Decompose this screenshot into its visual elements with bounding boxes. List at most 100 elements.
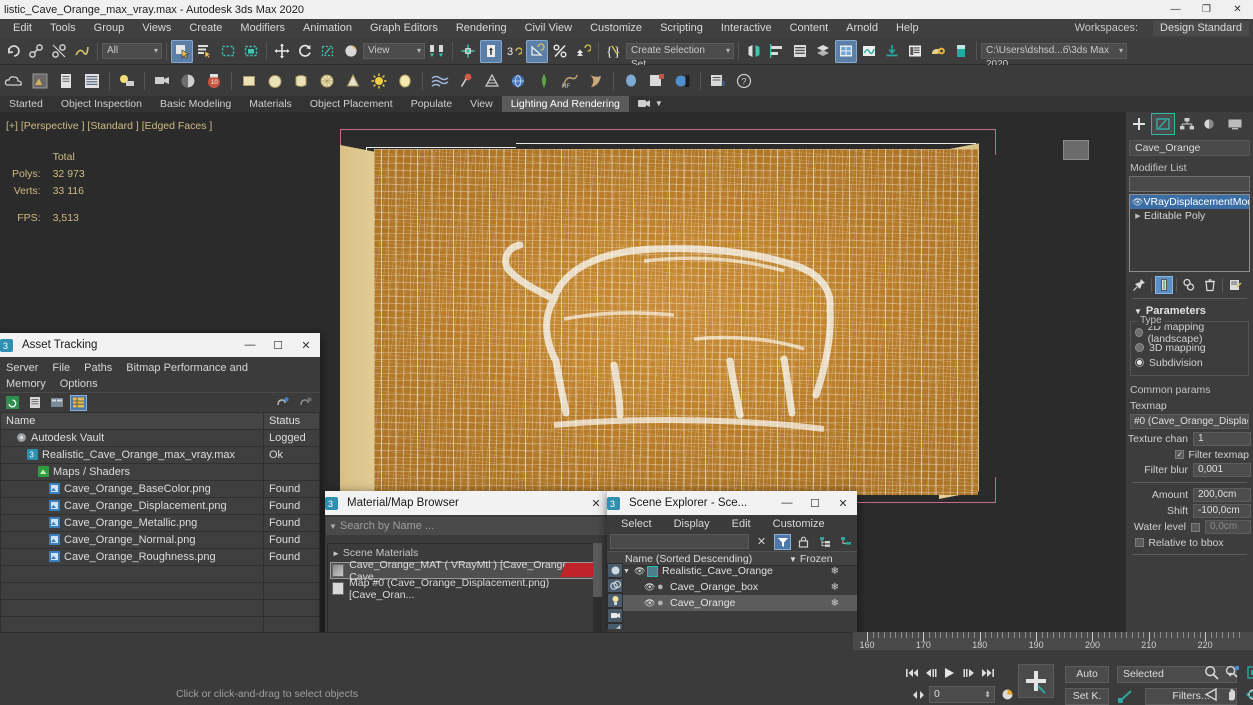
show-end-result-icon[interactable]: [1155, 275, 1173, 294]
frozen-snowflake-icon[interactable]: ❄: [831, 566, 839, 577]
field-of-view-icon[interactable]: [1203, 686, 1220, 703]
select-and-scale-icon[interactable]: [317, 40, 339, 63]
ribbon-tab-populate[interactable]: Populate: [402, 96, 461, 112]
menu-item-create[interactable]: Create: [180, 19, 231, 38]
previous-frame-icon[interactable]: [922, 664, 939, 681]
selected-object-name[interactable]: Cave_Orange: [1129, 140, 1250, 156]
select-and-move-icon[interactable]: [271, 40, 293, 63]
asset-menu-bitmap-performance-and-memory[interactable]: Bitmap Performance and Memory: [6, 362, 248, 390]
menu-item-civil-view[interactable]: Civil View: [516, 19, 581, 38]
water-level-field[interactable]: 0,0cm: [1205, 520, 1251, 534]
scene-explorer-minimize[interactable]: —: [773, 491, 801, 515]
undo-icon[interactable]: [2, 40, 24, 63]
workspace-selector[interactable]: Design Standard: [1153, 21, 1249, 36]
type-option-2d[interactable]: 2D mapping (landscape): [1135, 321, 1244, 345]
visibility-eye-icon[interactable]: 👁: [634, 566, 647, 577]
reference-coordinate-combo[interactable]: View: [363, 43, 425, 59]
scene-explorer-row[interactable]: 👁 ● Cave_Orange ❄: [623, 595, 857, 611]
curve-editor-icon[interactable]: [858, 40, 880, 63]
frozen-snowflake-icon[interactable]: ❄: [831, 582, 839, 593]
sun-light-icon[interactable]: [367, 68, 391, 94]
scene-menu-select[interactable]: Select: [621, 518, 652, 530]
filter-texmap-row[interactable]: ✓ Filter texmap: [1126, 447, 1253, 462]
viewport-label[interactable]: [+] [Perspective ] [Standard ] [Edged Fa…: [6, 120, 212, 132]
rectangular-select-icon[interactable]: [217, 40, 239, 63]
ribbon-tab-lighting-and-rendering[interactable]: Lighting And Rendering: [501, 96, 629, 112]
asset-tracking-maximize[interactable]: ☐: [264, 333, 292, 357]
menu-item-group[interactable]: Group: [85, 19, 134, 38]
percent-snap-3-icon[interactable]: 3: [503, 40, 525, 63]
selection-filter-combo[interactable]: All: [102, 43, 162, 59]
ribbon-overflow-icon[interactable]: ▼: [629, 96, 672, 112]
menu-item-rendering[interactable]: Rendering: [447, 19, 516, 38]
bind-space-warp-icon[interactable]: [71, 40, 93, 63]
asset-tracking-minimize[interactable]: —: [236, 333, 264, 357]
menu-item-help[interactable]: Help: [887, 19, 928, 38]
help-asset2-icon[interactable]: [297, 395, 314, 411]
cloud-icon[interactable]: [2, 68, 26, 94]
align-icon[interactable]: [766, 40, 788, 63]
asset-row[interactable]: Maps / Shaders: [0, 463, 320, 481]
select-link-icon[interactable]: [25, 40, 47, 63]
modify-tab[interactable]: [1151, 113, 1175, 135]
edit-named-selection-icon[interactable]: {}: [603, 40, 625, 63]
render-production-icon[interactable]: [927, 40, 949, 63]
select-and-rotate-icon[interactable]: [294, 40, 316, 63]
amount-field[interactable]: 200,0cm: [1193, 488, 1251, 502]
scene-menu-display[interactable]: Display: [674, 518, 710, 530]
layer-explorer-icon[interactable]: [812, 40, 834, 63]
menu-item-modifiers[interactable]: Modifiers: [231, 19, 294, 38]
shading-sphere-icon[interactable]: [176, 68, 200, 94]
menu-item-content[interactable]: Content: [781, 19, 838, 38]
auto-key-button[interactable]: Auto: [1065, 666, 1109, 683]
column-header-status[interactable]: Status: [263, 412, 320, 430]
menu-item-views[interactable]: Views: [133, 19, 180, 38]
motion-tab[interactable]: [1199, 113, 1223, 135]
light-probe-icon[interactable]: [619, 68, 643, 94]
maximize-button[interactable]: ❐: [1191, 0, 1222, 19]
foliage-icon[interactable]: [532, 68, 556, 94]
collapse-icon[interactable]: ►: [332, 549, 340, 558]
asset-row[interactable]: Autodesk Vault Logged: [0, 429, 320, 447]
paths-view-icon[interactable]: [48, 395, 65, 411]
asset-row[interactable]: Cave_Orange_Metallic.png Found: [0, 514, 320, 532]
matmap-entry-map[interactable]: Map #0 (Cave_Orange_Displacement.png) [C…: [330, 577, 594, 601]
scene-explorer-maximize[interactable]: ☐: [801, 491, 829, 515]
chevron-down-icon[interactable]: ▼: [326, 522, 340, 531]
texmap-field[interactable]: #0 (Cave_Orange_Displacem: [1130, 414, 1249, 429]
key-mode-toggle-icon[interactable]: [1117, 688, 1139, 705]
menu-item-tools[interactable]: Tools: [41, 19, 85, 38]
zoom-extents-icon[interactable]: [1245, 664, 1253, 681]
asset-menu-file[interactable]: File: [52, 362, 70, 374]
menu-item-customize[interactable]: Customize: [581, 19, 651, 38]
matmap-close[interactable]: ✕: [582, 491, 610, 515]
terrain-icon[interactable]: [480, 68, 504, 94]
modifier-stack-item-editablepoly[interactable]: ▶ Editable Poly: [1130, 209, 1249, 223]
current-frame-field[interactable]: 0: [929, 686, 995, 703]
configure-modifier-sets-icon[interactable]: [1226, 276, 1244, 294]
ribbon-tab-object-placement[interactable]: Object Placement: [301, 96, 402, 112]
ribbon-tab-materials[interactable]: Materials: [240, 96, 301, 112]
track-bar-ruler[interactable]: 160 170 180 190 200 210 220: [853, 632, 1253, 650]
visibility-eye-icon[interactable]: 👁: [644, 582, 657, 593]
placement-tool-icon[interactable]: [340, 40, 362, 63]
water-icon[interactable]: [428, 68, 452, 94]
asset-row[interactable]: Cave_Orange_BaseColor.png Found: [0, 480, 320, 498]
menu-item-animation[interactable]: Animation: [294, 19, 361, 38]
list-view-icon[interactable]: [26, 395, 43, 411]
goto-start-icon[interactable]: [903, 664, 920, 681]
statistics-icon[interactable]: [80, 68, 104, 94]
hair-fur-icon[interactable]: HF: [558, 68, 582, 94]
table-view-icon[interactable]: [70, 394, 87, 411]
percent-snap-icon[interactable]: [549, 40, 571, 63]
view-cube[interactable]: [1063, 140, 1089, 160]
project-folder-combo[interactable]: C:\Users\dshsd...б\3ds Max 2020: [981, 43, 1127, 70]
scene-explorer-dialog[interactable]: 3 Scene Explorer - Sce... — ☐ ✕ Select Di…: [607, 491, 857, 651]
asset-row[interactable]: 3 Realistic_Cave_Orange_max_vray.max Ok: [0, 446, 320, 464]
orbit-icon[interactable]: [1245, 686, 1253, 703]
relative-bbox-row[interactable]: Relative to bbox: [1126, 535, 1253, 550]
asset-menu-options[interactable]: Options: [60, 378, 98, 390]
select-by-name-icon[interactable]: [194, 40, 216, 63]
spinner-snap-icon[interactable]: [572, 40, 594, 63]
menu-item-interactive[interactable]: Interactive: [712, 19, 781, 38]
